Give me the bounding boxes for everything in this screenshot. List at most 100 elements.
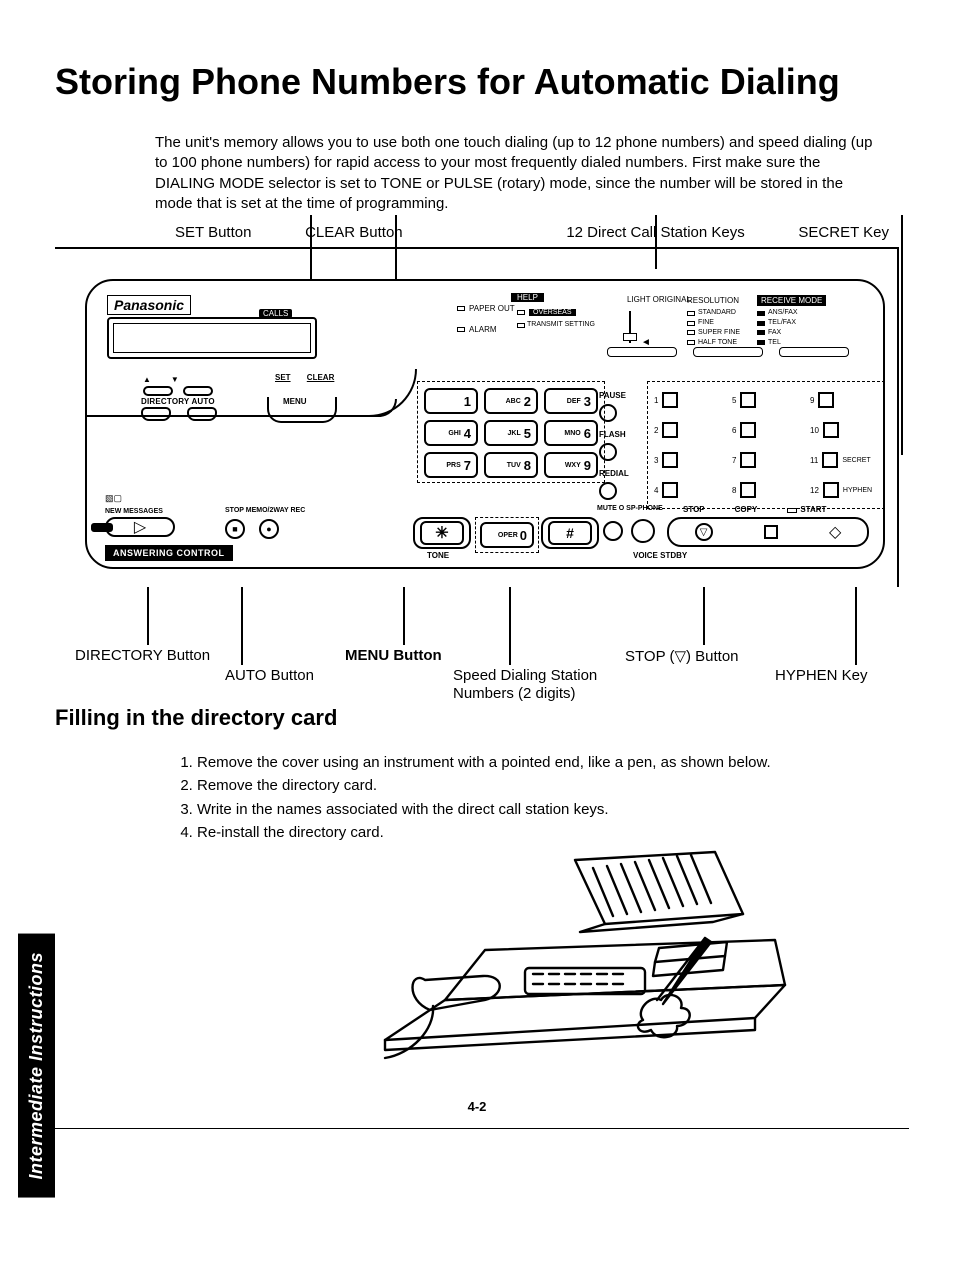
transmit-indicator [517,323,525,328]
new-messages-label: NEW MESSAGES [105,508,233,515]
rec-buttons: ■● [225,519,279,539]
key-4: GHI4 [424,420,478,446]
answering-control-block: ▧▢ NEW MESSAGES STOP MEMO/2WAY REC ▷ ■● … [105,493,233,561]
receive-tel: TEL [768,338,781,348]
numeric-keypad: 1 ABC2 DEF3 GHI4 JKL5 MNO6 PRS7 TUV8 WXY… [417,381,605,483]
light-original-slider-knob [623,333,637,341]
intro-paragraph: The unit's memory allows you to use both… [155,133,875,214]
key-8: TUV8 [484,452,538,478]
receive-fax: FAX [768,328,781,338]
voice-stdby-label: VOICE STDBY [633,551,687,560]
light-original-label: LIGHT ORIGINAL [627,295,691,304]
mute-button [603,521,623,541]
start-icon: ◇ [829,522,841,542]
callout-auto: AUTO Button [225,667,314,684]
stop-copy-start-bar: ▽ ◇ [667,517,869,547]
callout-stop: STOP (▽) Button [625,647,739,665]
pound-key-frame: # [541,517,599,549]
callout-clear: CLEAR Button [305,224,403,241]
key-6: MNO6 [544,420,598,446]
key-3: DEF3 [544,388,598,414]
resolution-halftone: HALF TONE [698,338,737,348]
steps-list: Remove the cover using an instrument wit… [175,751,875,844]
directory-auto-label: DIRECTORY AUTO [141,397,215,406]
menu-pad [267,397,337,423]
key-7: PRS7 [424,452,478,478]
copy-label: COPY [735,505,758,514]
oper-key-frame: OPER0 [475,517,539,553]
top-callouts-row: SET Button CLEAR Button 12 Direct Call S… [175,224,889,241]
leader-secret [901,215,903,455]
lcd-display [107,317,317,359]
receive-ansfax: ANS/FAX [768,308,798,318]
brand-label: Panasonic [107,295,191,315]
resolution-fine: FINE [698,318,714,328]
set-clear-labels: SET CLEAR [275,373,348,382]
callout-speed: Speed Dialing Station Numbers (2 digits) [453,667,623,703]
copy-icon [764,525,778,539]
footer-rule [45,1128,909,1129]
answering-control-badge: ANSWERING CONTROL [105,545,233,561]
key-star: ✳ [420,521,464,545]
overseas-badge: OVERSEAS [529,309,576,316]
callout-hyphen: HYPHEN Key [775,667,868,684]
status-indicators: PAPER OUT ALARM [457,303,515,337]
overseas-indicator [517,310,525,315]
page-number: 4-2 [55,1099,899,1114]
step-1: Remove the cover using an instrument wit… [197,751,875,774]
callout-menu: MENU Button [345,647,442,664]
paper-out-label: PAPER OUT [469,303,515,314]
page-title: Storing Phone Numbers for Automatic Dial… [55,60,899,103]
bottom-bar-labels: STOP COPY START [683,505,826,514]
set-label: SET [275,373,291,382]
bottom-callouts: DIRECTORY Button AUTO Button MENU Button… [55,587,899,697]
stop-icon: ▽ [695,523,713,541]
leader-stations [655,215,657,269]
fax-illustration [355,850,899,1085]
stop-label: STOP [683,505,705,514]
help-badge: HELP [511,293,544,302]
flash-label: FLASH [599,430,629,439]
direct-call-stations: 1 5 9 2 6 10 3 7 11SECRET 4 8 12HYPHEN [647,381,885,509]
clear-label: CLEAR [307,373,335,382]
star-key-frame: ✳ [413,517,471,549]
redial-label: REDIAL [599,469,629,478]
resolution-column: RESOLUTION STANDARD FINE SUPER FINE HALF… [687,295,740,347]
callout-secret: SECRET Key [798,224,889,241]
alarm-label: ALARM [469,324,497,335]
resolution-title: RESOLUTION [687,295,740,306]
step-3: Write in the names associated with the d… [197,798,875,821]
tone-label: TONE [427,551,449,560]
key-2: ABC2 [484,388,538,414]
key-1: 1 [424,388,478,414]
stop-memo-label: STOP MEMO/2WAY REC [225,507,305,514]
pause-label: PAUSE [599,391,629,400]
step-2: Remove the directory card. [197,774,875,797]
resolution-standard: STANDARD [698,308,736,318]
fax-control-panel: Panasonic CALLS HELP OVERSEAS TRANSMIT S… [85,279,885,569]
selector-sliders [607,347,849,357]
receive-title: RECEIVE MODE [757,295,826,306]
key-5: JKL5 [484,420,538,446]
arrow-buttons: ▲▼ [143,375,223,398]
step-4: Re-install the directory card. [197,821,875,844]
section-tab: Intermediate Instructions [18,934,55,1198]
receive-telfax: TEL/FAX [768,318,796,328]
speaker-indicator-icon [91,523,113,532]
callout-set: SET Button [175,224,251,241]
pause-flash-redial: PAUSE FLASH REDIAL [599,383,629,504]
key-0: OPER0 [480,522,534,548]
start-label: START [800,505,826,514]
transmit-label: TRANSMIT SETTING [527,321,595,328]
panel-curve-inner [87,399,397,417]
key-pound: # [548,521,592,545]
receive-mode-column: RECEIVE MODE ANS/FAX TEL/FAX FAX TEL [757,295,826,347]
sp-phone-button [631,519,655,543]
subheading: Filling in the directory card [55,705,899,731]
play-button: ▷ [105,517,175,537]
device-diagram: Panasonic CALLS HELP OVERSEAS TRANSMIT S… [55,247,899,587]
key-9: WXY9 [544,452,598,478]
callout-directory: DIRECTORY Button [75,647,210,664]
resolution-superfine: SUPER FINE [698,328,740,338]
directory-auto-pads [141,407,217,421]
